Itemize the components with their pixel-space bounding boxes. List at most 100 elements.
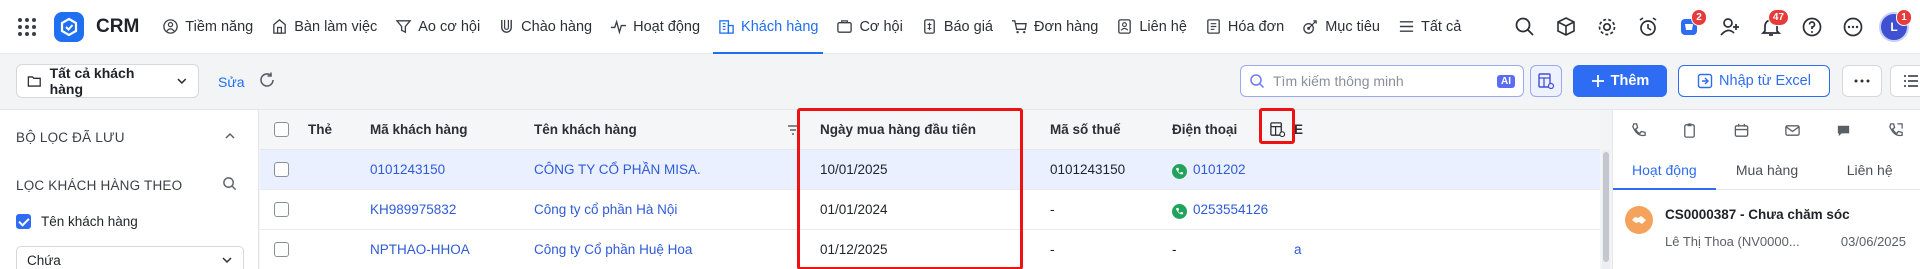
cart-app-button[interactable]: 2 <box>1669 7 1709 47</box>
nav-item-hoa-don[interactable]: Hóa đơn <box>1196 0 1293 54</box>
cell-phone[interactable]: 0253554126 <box>1172 202 1268 219</box>
chevron-up-icon[interactable] <box>224 130 236 142</box>
column-header-customer-name[interactable]: Tên khách hàng <box>534 122 637 137</box>
column-header-email-truncated[interactable]: E <box>1294 122 1303 137</box>
nav-label: Đơn hàng <box>1034 18 1099 35</box>
tab-contacts[interactable]: Liên hệ <box>1818 150 1920 189</box>
refresh-button[interactable] <box>258 71 276 92</box>
layout-toggle-button[interactable] <box>1890 65 1920 97</box>
nav-item-tiem-nang[interactable]: Tiềm năng <box>153 0 262 54</box>
saved-filters-header: BỘ LỌC ĐÃ LƯU <box>16 130 125 145</box>
column-header-customer-code[interactable]: Mã khách hàng <box>370 122 468 137</box>
nav-label: Bàn làm việc <box>294 18 378 35</box>
select-all-checkbox[interactable] <box>274 122 289 137</box>
settings-button[interactable] <box>1587 7 1627 47</box>
nav-item-chao-hang[interactable]: Chào hàng <box>489 0 601 54</box>
help-icon <box>1802 17 1822 37</box>
message-action[interactable] <box>1818 122 1869 139</box>
package-button[interactable] <box>1546 7 1586 47</box>
quick-actions-bar <box>1613 110 1920 150</box>
tab-purchases[interactable]: Mua hàng <box>1716 150 1819 189</box>
cell-customer-code[interactable]: KH989975832 <box>370 202 456 217</box>
column-header-tag[interactable]: Thẻ <box>308 122 332 137</box>
activity-title[interactable]: CS0000387 - Chưa chăm sóc <box>1665 207 1850 222</box>
search-button[interactable] <box>1505 7 1545 47</box>
nav-item-ban-lam-viec[interactable]: Bàn làm việc <box>262 0 386 54</box>
invoice-icon <box>1207 19 1220 34</box>
notification-badge: 47 <box>1767 9 1789 26</box>
nav-item-ao-co-hoi[interactable]: Ao cơ hội <box>386 0 489 54</box>
column-settings-button[interactable] <box>1530 65 1562 97</box>
activity-icon <box>611 19 627 35</box>
search-placeholder: Tìm kiếm thông minh <box>1273 73 1404 89</box>
plus-icon <box>1591 75 1604 87</box>
gear-icon <box>1598 18 1616 36</box>
calendar-icon <box>1734 123 1749 137</box>
help-button[interactable] <box>1792 7 1832 47</box>
nav-item-muc-tieu[interactable]: Mục tiêu <box>1293 0 1389 54</box>
handshake-icon <box>1632 216 1646 224</box>
activity-date: 03/06/2025 <box>1840 234 1906 249</box>
email-action[interactable] <box>1767 122 1818 139</box>
call-action[interactable] <box>1613 122 1664 139</box>
add-button[interactable]: Thêm <box>1573 65 1667 97</box>
phone-outgoing-icon <box>1888 122 1903 136</box>
search-icon[interactable] <box>222 176 237 191</box>
tab-activities[interactable]: Hoạt động <box>1613 150 1716 190</box>
nav-item-bao-gia[interactable]: Báo giá <box>912 0 1002 54</box>
ai-search-icon <box>1250 74 1265 89</box>
nav-item-tat-ca[interactable]: Tất cả <box>1389 0 1470 54</box>
cell-phone[interactable]: 0101202 <box>1172 162 1246 179</box>
column-header-tax-code[interactable]: Mã số thuế <box>1050 122 1121 137</box>
filter-option-customer-name[interactable]: Tên khách hàng <box>16 214 138 229</box>
table-scrollbar[interactable] <box>1602 150 1610 269</box>
funnel-icon <box>395 20 412 34</box>
chat-icon <box>1838 125 1850 136</box>
filter-condition-value: Chứa <box>27 252 61 268</box>
cart-badge: 2 <box>1691 9 1707 26</box>
nav-item-co-hoi[interactable]: Cơ hội <box>827 0 911 54</box>
cell-tax-code: - <box>1050 242 1055 257</box>
nav-item-hoat-dong[interactable]: Hoạt động <box>601 0 709 54</box>
alarm-button[interactable] <box>1628 7 1668 47</box>
more-apps-button[interactable] <box>1833 7 1873 47</box>
view-selector-label: Tất cả khách hàng <box>49 65 135 97</box>
import-excel-button[interactable]: Nhập từ Excel <box>1678 65 1830 97</box>
nav-item-khach-hang[interactable]: Khách hàng <box>709 0 827 54</box>
cell-customer-code[interactable]: NPTHAO-HHOA <box>370 242 470 257</box>
smart-search-input[interactable]: Tìm kiếm thông minh AI <box>1240 65 1524 97</box>
scrollbar-thumb[interactable] <box>1603 152 1609 262</box>
user-avatar-button[interactable]: L 1 <box>1874 7 1914 47</box>
nav-label: Khách hàng <box>741 18 819 35</box>
nav-item-lien-he[interactable]: Liên hệ <box>1107 0 1196 54</box>
row-checkbox[interactable] <box>274 162 289 177</box>
task-action[interactable] <box>1664 122 1715 139</box>
more-actions-button[interactable] <box>1842 65 1882 97</box>
cell-customer-name[interactable]: Công ty Cổ phần Huệ Hoa <box>534 242 692 257</box>
add-user-button[interactable] <box>1710 7 1750 47</box>
filter-condition-select[interactable]: Chứa <box>16 246 244 269</box>
avatar-badge: 1 <box>1896 9 1912 26</box>
app-grid-button[interactable] <box>0 0 54 54</box>
more-horizontal-icon <box>1843 17 1863 37</box>
side-panel-tabs: Hoạt động Mua hàng Liên hệ <box>1613 150 1920 190</box>
nav-item-don-hang[interactable]: Đơn hàng <box>1002 0 1107 54</box>
cell-customer-code[interactable]: 0101243150 <box>370 162 445 177</box>
edit-view-link[interactable]: Sửa <box>218 74 245 90</box>
add-button-label: Thêm <box>1610 73 1650 89</box>
view-selector[interactable]: Tất cả khách hàng <box>16 64 199 98</box>
notification-button[interactable]: 47 <box>1751 7 1791 47</box>
row-checkbox[interactable] <box>274 202 289 217</box>
contact-icon <box>1118 19 1132 34</box>
ellipsis-icon <box>1854 79 1870 83</box>
calendar-action[interactable] <box>1716 122 1767 139</box>
cell-customer-name[interactable]: Công ty cổ phần Hà Nội <box>534 202 677 217</box>
checkbox[interactable] <box>16 214 31 229</box>
call-log-action[interactable] <box>1870 122 1920 139</box>
nav-label: Báo giá <box>943 18 993 35</box>
column-header-phone[interactable]: Điện thoại <box>1172 122 1237 137</box>
row-checkbox[interactable] <box>274 242 289 257</box>
cell-customer-name[interactable]: CÔNG TY CỔ PHẦN MISA. <box>534 162 701 177</box>
phone-icon <box>1632 122 1646 136</box>
chevron-down-icon <box>177 78 187 84</box>
